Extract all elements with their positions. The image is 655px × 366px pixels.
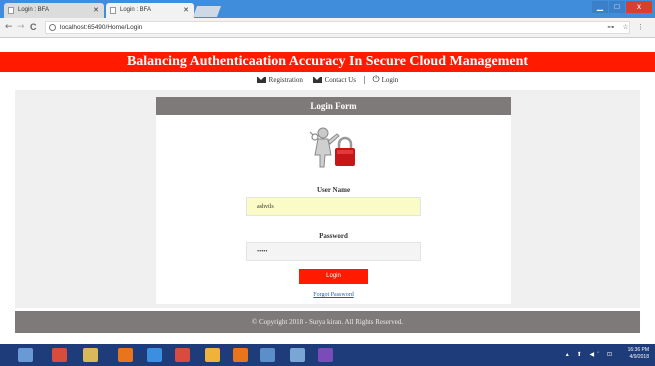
tab-login-1[interactable]: Login : BFA ✕ bbox=[4, 3, 104, 18]
password-label: Password bbox=[319, 232, 348, 240]
maximize-button[interactable]: □ bbox=[609, 1, 625, 13]
minimize-button[interactable]: ▁ bbox=[592, 1, 608, 13]
app-icon[interactable] bbox=[52, 348, 67, 362]
paint-icon[interactable] bbox=[205, 348, 220, 362]
login-panel: Login Form User Name ashvils Password ••… bbox=[156, 97, 511, 304]
info-icon[interactable] bbox=[49, 24, 56, 31]
folder-icon[interactable] bbox=[83, 348, 98, 362]
nav-registration[interactable]: Registration bbox=[256, 76, 303, 84]
url-text: localhost:65490/Home/Login bbox=[60, 24, 143, 31]
power-icon: ⏻ bbox=[372, 75, 380, 86]
new-tab-button[interactable] bbox=[192, 6, 222, 17]
tab-login-2[interactable]: Login : BFA ✕ bbox=[106, 3, 194, 18]
forward-button[interactable]: → bbox=[17, 22, 25, 32]
login-form-title: Login Form bbox=[156, 97, 511, 115]
username-label: User Name bbox=[316, 186, 351, 194]
user-lock-icon bbox=[309, 127, 355, 168]
login-button[interactable]: Login bbox=[299, 269, 368, 284]
tools-icon[interactable] bbox=[290, 348, 305, 362]
site-title: Balancing Authenticaation Accuracy In Se… bbox=[126, 54, 529, 69]
tab-label: Login : BFA bbox=[18, 7, 50, 13]
acrobat-icon[interactable] bbox=[175, 348, 190, 362]
username-input[interactable]: ashvils bbox=[246, 197, 421, 216]
reload-button[interactable]: C bbox=[30, 22, 37, 32]
browser-icon[interactable] bbox=[118, 348, 133, 362]
envelope-icon bbox=[256, 77, 266, 84]
visual-studio-icon[interactable] bbox=[318, 348, 333, 362]
url-input[interactable]: localhost:65490/Home/Login bbox=[45, 21, 630, 34]
nav-login[interactable]: ⏻ Login bbox=[372, 75, 398, 85]
calendar-icon[interactable] bbox=[260, 348, 275, 362]
site-footer: © Copyright 2018 - Surya kiran. All Righ… bbox=[15, 311, 640, 333]
system-tray-icons[interactable]: ▴ ⬆ ◀ʼ ⊡ bbox=[566, 351, 615, 358]
envelope-icon bbox=[312, 77, 322, 84]
chrome-icon[interactable] bbox=[233, 348, 248, 362]
close-icon[interactable]: ✕ bbox=[183, 6, 189, 14]
address-bar-row: ← → C localhost:65490/Home/Login ⊶ ☆ ⋮ bbox=[0, 18, 655, 38]
windows-taskbar: ▴ ⬆ ◀ʼ ⊡ 16:36 PM 4/9/2018 bbox=[0, 344, 655, 366]
browser-menu-icons[interactable]: ⊶ ☆ ⋮ bbox=[607, 23, 647, 31]
top-nav: Registration Contact Us ⏻ Login bbox=[0, 72, 655, 90]
page-icon bbox=[8, 7, 14, 14]
nav-divider bbox=[363, 76, 365, 85]
password-input[interactable]: ••••• bbox=[246, 242, 421, 261]
close-window-button[interactable]: x bbox=[626, 1, 652, 13]
back-button[interactable]: ← bbox=[5, 22, 13, 32]
start-icon[interactable] bbox=[18, 348, 33, 362]
internet-explorer-icon[interactable] bbox=[147, 348, 162, 362]
taskbar-clock[interactable]: 16:36 PM 4/9/2018 bbox=[628, 347, 649, 361]
site-header: Balancing Authenticaation Accuracy In Se… bbox=[0, 52, 655, 72]
nav-contact-us[interactable]: Contact Us bbox=[312, 76, 356, 84]
tab-label: Login : BFA bbox=[120, 7, 152, 13]
copyright-text: © Copyright 2018 - Surya kiran. All Righ… bbox=[251, 318, 404, 326]
page-icon bbox=[110, 7, 116, 14]
browser-titlebar: Login : BFA ✕ Login : BFA ✕ ▁ □ x bbox=[0, 0, 655, 18]
close-icon[interactable]: ✕ bbox=[93, 6, 99, 14]
forgot-password-link: Forgot Password bbox=[313, 292, 354, 298]
